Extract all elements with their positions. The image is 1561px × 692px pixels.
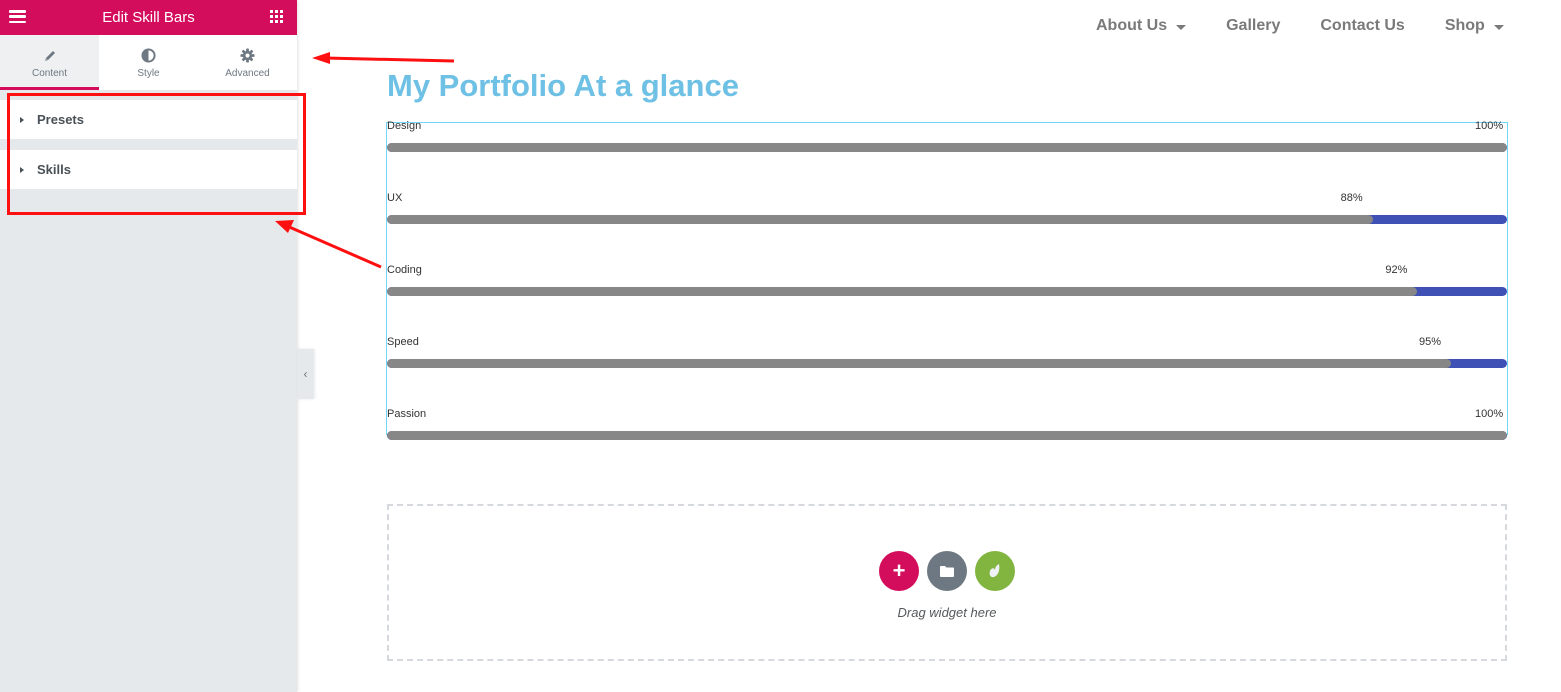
tab-style-label: Style — [137, 67, 160, 79]
section-skills-label: Skills — [37, 162, 71, 177]
skill-percent: 100% — [1475, 120, 1504, 132]
editor-panel: Edit Skill Bars Content Style Advanced P… — [0, 0, 297, 692]
skill-percent: 100% — [1475, 408, 1504, 420]
nav-shop-label: Shop — [1444, 17, 1485, 34]
skill-bar-track — [387, 143, 1507, 152]
hamburger-icon[interactable] — [9, 10, 26, 23]
skill-bar-track — [387, 215, 1507, 224]
skill-name: Passion — [387, 408, 427, 420]
caret-right-icon — [20, 166, 24, 173]
tab-advanced-label: Advanced — [225, 67, 270, 79]
tab-content-label: Content — [31, 67, 68, 79]
skill-bar-track — [387, 287, 1507, 296]
section-skills[interactable]: Skills — [0, 150, 297, 189]
add-section-button[interactable]: + — [879, 551, 919, 591]
skill-name: Design — [387, 120, 422, 132]
caret-right-icon — [20, 116, 24, 123]
section-presets[interactable]: Presets — [0, 100, 297, 139]
skill-bar-fill — [387, 143, 1507, 152]
panel-collapse-button[interactable]: ‹ — [297, 349, 314, 399]
gear-icon — [240, 47, 255, 65]
panel-title: Edit Skill Bars — [102, 9, 195, 26]
tab-advanced[interactable]: Advanced — [198, 35, 297, 90]
skill-name: UX — [387, 192, 403, 204]
skill-percent: 88% — [1340, 192, 1363, 204]
skill-percent: 92% — [1385, 264, 1408, 276]
tab-style[interactable]: Style — [99, 35, 198, 90]
site-nav: About Us Gallery Contact Us Shop — [1096, 17, 1504, 35]
nav-shop[interactable]: Shop — [1445, 17, 1504, 35]
widget-drop-zone[interactable]: + Drag widget here — [387, 504, 1507, 661]
plus-icon: + — [892, 558, 906, 583]
pencil-icon — [43, 47, 57, 65]
skill-name: Coding — [387, 264, 422, 276]
caret-down-icon — [1493, 24, 1504, 30]
section-presets-label: Presets — [37, 112, 84, 127]
envato-leaf-icon — [989, 564, 1000, 578]
skill-bar-fill — [387, 359, 1451, 368]
dropzone-buttons: + — [879, 551, 1015, 591]
page-title: My Portfolio At a glance — [387, 68, 739, 103]
skill-name: Speed — [387, 336, 419, 348]
add-template-button[interactable] — [927, 551, 967, 591]
nav-about-us-label: About Us — [1096, 17, 1168, 34]
contrast-icon — [141, 47, 156, 65]
skill-bars-widget[interactable]: Design 100% UX 88% Coding 92% Speed 95% … — [386, 120, 1508, 440]
panel-sections: Presets Skills — [0, 90, 297, 189]
skill-bar-fill — [387, 215, 1373, 224]
skill-bar-track — [387, 431, 1507, 440]
skill-bar-fill — [387, 431, 1507, 440]
annotation-arrow-tabs — [312, 52, 455, 64]
tab-content[interactable]: Content — [0, 35, 99, 90]
chevron-left-icon: ‹ — [303, 367, 308, 381]
skill-bar-fill — [387, 287, 1418, 296]
panel-tabs: Content Style Advanced — [0, 35, 297, 90]
nav-gallery-label: Gallery — [1226, 17, 1281, 34]
panel-header: Edit Skill Bars — [0, 0, 297, 35]
skill-percent: 95% — [1419, 336, 1442, 348]
grid-icon[interactable] — [270, 10, 283, 23]
envato-kit-button[interactable] — [975, 551, 1015, 591]
folder-icon — [940, 565, 954, 577]
nav-contact-us-label: Contact Us — [1320, 17, 1405, 34]
nav-gallery[interactable]: Gallery — [1226, 17, 1280, 35]
dropzone-text: Drag widget here — [897, 605, 997, 620]
nav-about-us[interactable]: About Us — [1096, 17, 1187, 35]
skill-bar-track — [387, 359, 1507, 368]
nav-contact-us[interactable]: Contact Us — [1320, 17, 1404, 35]
caret-down-icon — [1176, 24, 1187, 30]
